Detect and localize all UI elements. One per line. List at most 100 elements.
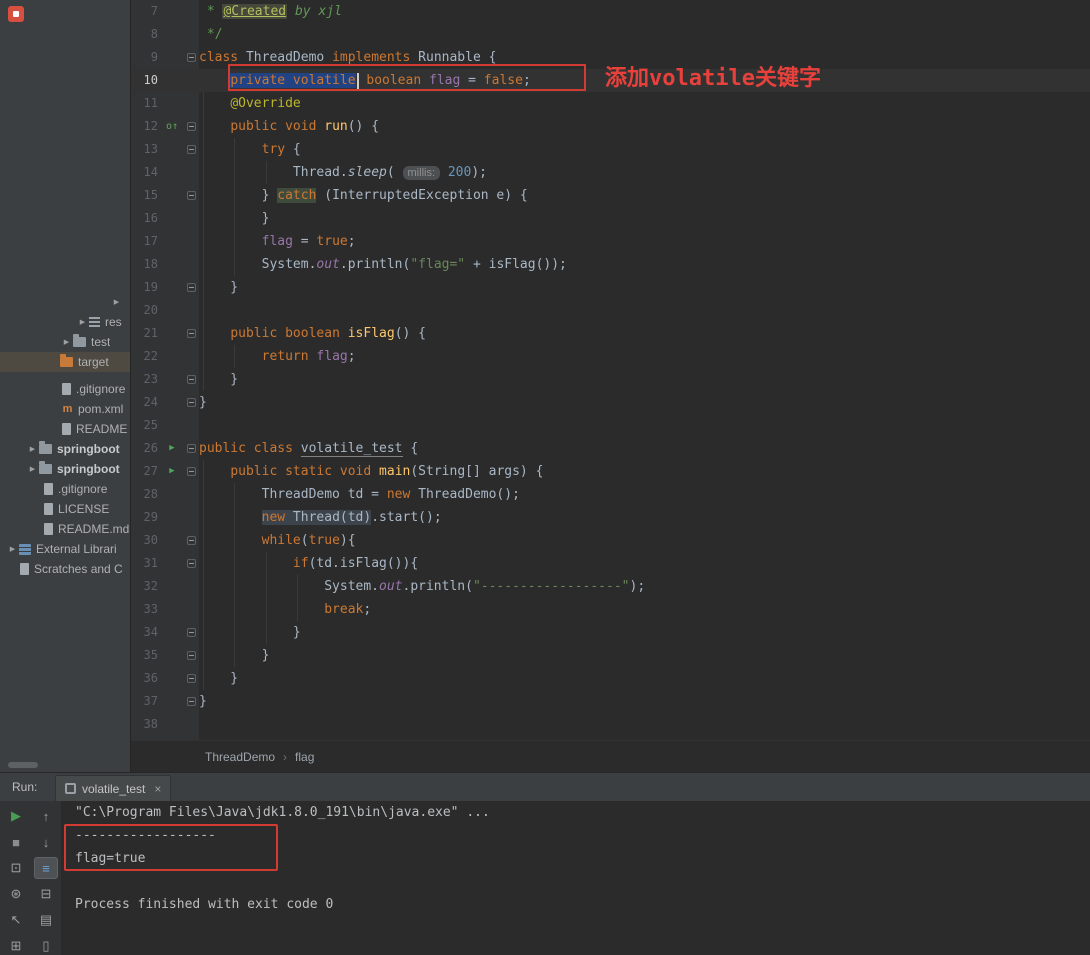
code-line-37[interactable]: 37} xyxy=(131,690,1090,713)
fold-space xyxy=(183,299,199,322)
code-line-29[interactable]: 29 new Thread(td).start(); xyxy=(131,506,1090,529)
tree-item-pom-xml[interactable]: pom.xml xyxy=(0,399,130,419)
tree-item--gitignore[interactable]: .gitignore xyxy=(0,479,130,499)
code-line-24[interactable]: 24} xyxy=(131,391,1090,414)
code-text: } xyxy=(199,648,270,663)
code-line-18[interactable]: 18 System.out.println("flag=" + isFlag()… xyxy=(131,253,1090,276)
breadcrumb-item-flag[interactable]: flag xyxy=(295,750,314,764)
code-line-33[interactable]: 33 break; xyxy=(131,598,1090,621)
chevron-right-icon[interactable]: ▶ xyxy=(110,298,123,306)
fold-marker-icon[interactable] xyxy=(183,138,199,161)
tree-item[interactable]: ▶ xyxy=(0,292,130,312)
fold-marker-icon[interactable] xyxy=(183,46,199,69)
code-line-26[interactable]: 26 ▶ public class volatile_test { xyxy=(131,437,1090,460)
code-line-25[interactable]: 25 xyxy=(131,414,1090,437)
fold-marker-icon[interactable] xyxy=(183,184,199,207)
splitter-handle[interactable] xyxy=(8,762,38,768)
code-line-27[interactable]: 27 ▶ public static void main(String[] arg… xyxy=(131,460,1090,483)
restore-layout-icon[interactable]: ↖ xyxy=(4,909,28,931)
project-panel[interactable]: ▶ ▶ res ▶ test target .gitignore pom.xml README ▶… xyxy=(0,0,131,772)
chevron-right-icon[interactable]: ▶ xyxy=(6,545,19,553)
rerun-icon[interactable]: ▶ xyxy=(4,805,28,827)
code-text: * @Created by xjl xyxy=(199,4,342,19)
fold-marker-icon[interactable] xyxy=(183,391,199,414)
code-line-32[interactable]: 32 System.out.println("-----------------… xyxy=(131,575,1090,598)
code-line-22[interactable]: 22 return flag; xyxy=(131,345,1090,368)
chevron-right-icon[interactable]: ▶ xyxy=(76,318,89,326)
run-gutter-icon[interactable]: ▶ xyxy=(161,437,183,460)
code-line-14[interactable]: 14 Thread.sleep( millis: 200); xyxy=(131,161,1090,184)
chevron-right-icon[interactable]: ▶ xyxy=(60,338,73,346)
code-line-15[interactable]: 15 } catch (InterruptedException e) { xyxy=(131,184,1090,207)
tree-item-readme[interactable]: README xyxy=(0,419,130,439)
code-line-28[interactable]: 28 ThreadDemo td = new ThreadDemo(); xyxy=(131,483,1090,506)
fold-marker-icon[interactable] xyxy=(183,667,199,690)
run-tab-volatile-test[interactable]: volatile_test × xyxy=(55,775,172,801)
code-line-21[interactable]: 21 public boolean isFlag() { xyxy=(131,322,1090,345)
fold-marker-icon[interactable] xyxy=(183,276,199,299)
stop-icon[interactable]: ■ xyxy=(4,831,28,853)
fold-space xyxy=(183,230,199,253)
code-line-34[interactable]: 34 } xyxy=(131,621,1090,644)
tree-item-external-librari[interactable]: ▶ External Librari xyxy=(0,539,130,559)
code-line-20[interactable]: 20 xyxy=(131,299,1090,322)
code-line-23[interactable]: 23 } xyxy=(131,368,1090,391)
tree-item-scratches-and-c[interactable]: Scratches and C xyxy=(0,559,130,579)
code-line-8[interactable]: 8 */ xyxy=(131,23,1090,46)
breadcrumb-item-threaddemo[interactable]: ThreadDemo xyxy=(205,750,275,764)
run-toolbar-col1: ▶ ■ ⊡ ⊛ ↖ ⊞ xyxy=(4,805,28,955)
gutter-space xyxy=(161,506,183,529)
tree-item-target[interactable]: target xyxy=(0,352,130,372)
code-line-16[interactable]: 16 } xyxy=(131,207,1090,230)
soft-wrap-icon[interactable]: ⊟ xyxy=(34,883,58,905)
clear-icon[interactable]: ▯ xyxy=(34,935,58,955)
fold-marker-icon[interactable] xyxy=(183,552,199,575)
app-icon xyxy=(8,6,24,22)
code-editor[interactable]: 7 * @Created by xjl 8 */9 class ThreadDemo… xyxy=(131,0,1090,740)
run-gutter-icon[interactable]: ▶ xyxy=(161,460,183,483)
code-line-19[interactable]: 19 } xyxy=(131,276,1090,299)
screenshot-icon[interactable]: ⊡ xyxy=(4,857,28,879)
tree-item-readme-md[interactable]: README.md xyxy=(0,519,130,539)
override-gutter-icon[interactable]: o↑ xyxy=(161,115,183,138)
code-line-31[interactable]: 31 if(td.isFlag()){ xyxy=(131,552,1090,575)
tree-item-res[interactable]: ▶ res xyxy=(0,312,130,332)
code-line-35[interactable]: 35 } xyxy=(131,644,1090,667)
code-line-7[interactable]: 7 * @Created by xjl xyxy=(131,0,1090,23)
fold-space xyxy=(183,713,199,736)
tree-item-springboot[interactable]: ▶ springboot xyxy=(0,459,130,479)
line-number: 23 xyxy=(143,372,158,386)
code-line-36[interactable]: 36 } xyxy=(131,667,1090,690)
console-view-icon[interactable]: ≡ xyxy=(34,857,58,879)
code-line-12[interactable]: 12 o↑ public void run() { xyxy=(131,115,1090,138)
fold-marker-icon[interactable] xyxy=(183,437,199,460)
fold-marker-icon[interactable] xyxy=(183,690,199,713)
code-line-11[interactable]: 11 @Override xyxy=(131,92,1090,115)
code-line-17[interactable]: 17 flag = true; xyxy=(131,230,1090,253)
code-line-13[interactable]: 13 try { xyxy=(131,138,1090,161)
tree-item--gitignore[interactable]: .gitignore xyxy=(0,379,130,399)
console-output[interactable]: "C:\Program Files\Java\jdk1.8.0_191\bin\… xyxy=(62,801,1090,955)
chevron-right-icon[interactable]: ▶ xyxy=(26,465,39,473)
tree-item-license[interactable]: LICENSE xyxy=(0,499,130,519)
fold-marker-icon[interactable] xyxy=(183,529,199,552)
tree-item-springboot[interactable]: ▶ springboot xyxy=(0,439,130,459)
pin-grid-icon[interactable]: ⊞ xyxy=(4,935,28,955)
settings-icon[interactable]: ⊛ xyxy=(4,883,28,905)
down-icon[interactable]: ↓ xyxy=(34,831,58,853)
code-line-30[interactable]: 30 while(true){ xyxy=(131,529,1090,552)
print-icon[interactable]: ▤ xyxy=(34,909,58,931)
fold-marker-icon[interactable] xyxy=(183,621,199,644)
tree-item-test[interactable]: ▶ test xyxy=(0,332,130,352)
up-icon[interactable]: ↑ xyxy=(34,805,58,827)
line-number: 37 xyxy=(143,694,158,708)
chevron-right-icon[interactable]: ▶ xyxy=(26,445,39,453)
code-line-38[interactable]: 38 xyxy=(131,713,1090,736)
fold-marker-icon[interactable] xyxy=(183,322,199,345)
close-icon[interactable]: × xyxy=(154,782,161,796)
fold-marker-icon[interactable] xyxy=(183,644,199,667)
fold-marker-icon[interactable] xyxy=(183,460,199,483)
fold-marker-icon[interactable] xyxy=(183,115,199,138)
fold-marker-icon[interactable] xyxy=(183,368,199,391)
